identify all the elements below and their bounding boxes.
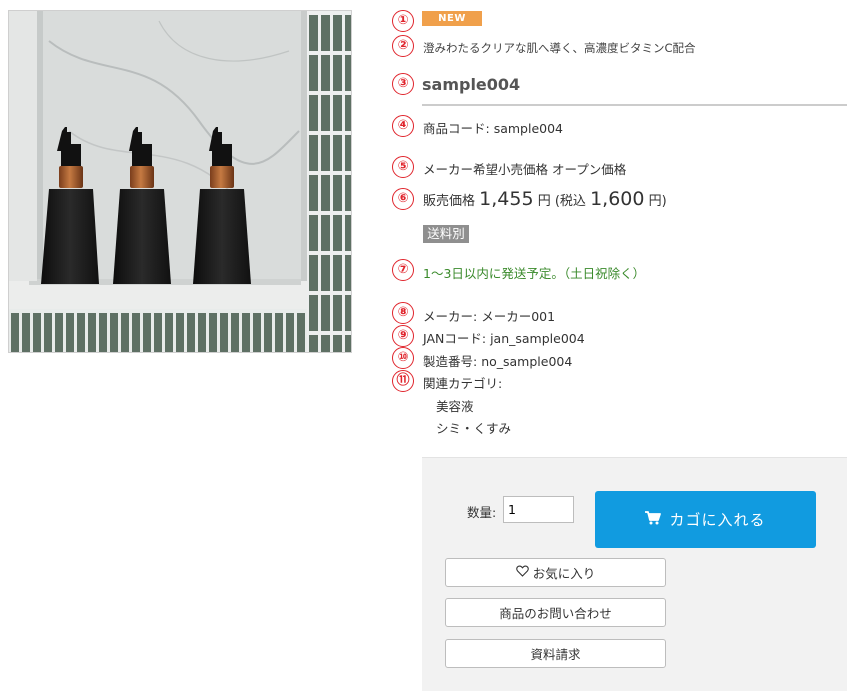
serial-value: no_sample004 — [481, 354, 573, 369]
product-code: 商品コード: sample004 — [423, 118, 563, 137]
product-title: sample004 — [422, 74, 847, 106]
marker-1: ① — [392, 10, 414, 32]
cart-icon — [645, 510, 662, 529]
marker-2: ② — [392, 35, 414, 57]
jan-code: JANコード: jan_sample004 — [423, 328, 585, 347]
price-yen-close: 円) — [648, 194, 667, 209]
delivery-note: 1〜3日以内に発送予定。（土日祝除く） — [423, 266, 646, 281]
marker-5: ⑤ — [392, 156, 414, 178]
marker-4: ④ — [392, 115, 414, 137]
maker-info: メーカー: メーカー001 — [423, 306, 555, 325]
price-with-tax: 1,600 — [590, 188, 645, 210]
category-label: 関連カテゴリ: — [423, 376, 503, 391]
quantity-label: 数量: — [467, 505, 497, 520]
brochure-request-button[interactable]: 資料請求 — [445, 639, 666, 668]
new-badge: NEW — [422, 11, 482, 26]
marker-6: ⑥ — [392, 188, 414, 210]
category-link-serum[interactable]: 美容液 — [436, 396, 474, 415]
add-to-cart-button[interactable]: カゴに入れる — [595, 491, 816, 548]
heart-icon — [515, 565, 529, 580]
sale-price: 販売価格 1,455 円 (税込 1,600 円) — [423, 188, 667, 210]
bottles — [41, 127, 251, 284]
price-label: 販売価格 — [423, 194, 476, 209]
tax-label: (税込 — [554, 194, 586, 209]
product-name: sample004 — [422, 75, 521, 94]
serial-label: 製造番号: — [423, 354, 482, 369]
quantity-input[interactable] — [503, 496, 574, 523]
favorite-button[interactable]: お気に入り — [445, 558, 666, 587]
inquiry-label: 商品のお問い合わせ — [499, 606, 612, 621]
product-photo-graphic — [9, 11, 351, 352]
favorite-label: お気に入り — [532, 566, 596, 581]
marker-3: ③ — [392, 73, 414, 95]
maker-retail-price: メーカー希望小売価格 オープン価格 — [423, 162, 627, 177]
marker-9: ⑨ — [392, 325, 414, 347]
marker-11: ⑪ — [392, 370, 414, 392]
product-code-label: 商品コード: — [423, 121, 494, 136]
marker-8: ⑧ — [392, 302, 414, 324]
brochure-label: 資料請求 — [530, 647, 581, 662]
shipping-badge: 送料別 — [423, 225, 469, 243]
product-code-value: sample004 — [493, 121, 563, 136]
category-link-spots[interactable]: シミ・くすみ — [436, 418, 511, 437]
product-catchphrase: 澄みわたるクリアな肌へ導く、高濃度ビタミンC配合 — [423, 41, 696, 55]
price-value: 1,455 — [479, 188, 534, 210]
product-inquiry-button[interactable]: 商品のお問い合わせ — [445, 598, 666, 627]
add-to-cart-label: カゴに入れる — [669, 511, 766, 529]
maker-value: メーカー001 — [481, 309, 556, 324]
price-yen: 円 — [537, 194, 551, 209]
marker-7: ⑦ — [392, 259, 414, 281]
maker-label: メーカー: — [423, 309, 482, 324]
jan-value: jan_sample004 — [490, 331, 585, 346]
jan-label: JANコード: — [423, 331, 491, 346]
product-image[interactable] — [8, 10, 352, 353]
serial-number: 製造番号: no_sample004 — [423, 351, 572, 370]
marker-10: ⑩ — [392, 347, 414, 369]
